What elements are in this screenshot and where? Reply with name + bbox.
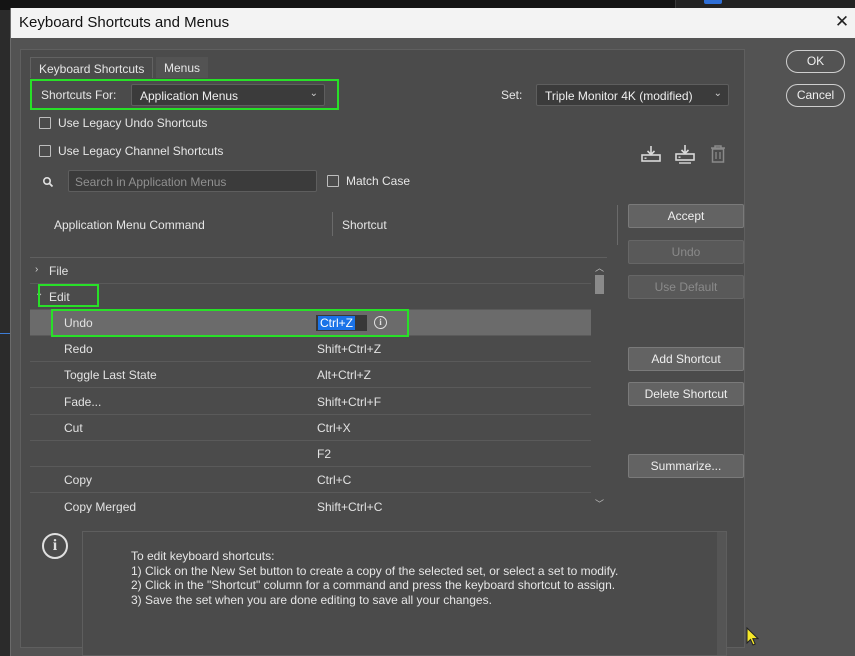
column-header-command[interactable]: Application Menu Command <box>54 218 205 232</box>
help-text-area: To edit keyboard shortcuts: 1) Click on … <box>82 531 727 656</box>
set-value: Triple Monitor 4K (modified) <box>545 89 693 103</box>
legacy-channel-label: Use Legacy Channel Shortcuts <box>58 144 224 158</box>
column-header-shortcut[interactable]: Shortcut <box>342 218 387 232</box>
undo-button[interactable]: Undo <box>628 240 744 264</box>
chevron-down-icon: ⌄ <box>713 88 722 99</box>
row-shortcut[interactable]: Shift+Ctrl+C <box>317 500 382 513</box>
match-case-label: Match Case <box>346 174 411 188</box>
shortcuts-for-label: Shortcuts For: <box>41 88 117 102</box>
save-set-icon[interactable] <box>640 143 662 165</box>
scroll-down-icon[interactable]: ﹀ <box>595 497 604 510</box>
row-command: Copy Merged <box>64 500 137 513</box>
set-dropdown[interactable]: Triple Monitor 4K (modified) ⌄ <box>536 84 729 106</box>
background-app-canvas <box>0 10 10 656</box>
table-row[interactable]: Copy Ctrl+C <box>30 467 591 493</box>
table-row-edit[interactable]: ⌄ Edit <box>30 284 591 310</box>
table-row[interactable]: Copy Merged Shift+Ctrl+C <box>30 494 591 513</box>
chevron-down-icon: ⌄ <box>309 88 318 99</box>
table-row-file[interactable]: › File <box>30 258 591 284</box>
highlight-undo-row <box>51 309 409 337</box>
title-bar[interactable]: Keyboard Shortcuts and Menus ✕ <box>11 8 855 38</box>
background-app-accent <box>704 0 722 4</box>
row-command: Redo <box>64 342 93 356</box>
search-icon <box>42 176 54 188</box>
row-shortcut[interactable]: Shift+Ctrl+F <box>317 395 381 409</box>
row-shortcut[interactable]: Ctrl+X <box>317 421 351 435</box>
scroll-up-icon[interactable]: ︿ <box>595 261 604 274</box>
row-shortcut[interactable]: F2 <box>317 447 331 461</box>
table-row[interactable]: Cut Ctrl+X <box>30 415 591 441</box>
row-command: File <box>49 264 69 278</box>
search-input[interactable]: Search in Application Menus <box>68 170 317 192</box>
summarize-button[interactable]: Summarize... <box>628 454 744 478</box>
mouse-cursor-icon <box>746 627 760 646</box>
row-command: Fade... <box>64 395 102 409</box>
legacy-undo-checkbox[interactable] <box>39 117 51 129</box>
background-guide-line <box>0 333 10 334</box>
highlight-edit-group <box>38 284 99 307</box>
table-scrollbar[interactable]: ︿ ﹀ <box>592 260 607 512</box>
row-shortcut[interactable]: Shift+Ctrl+Z <box>317 342 381 356</box>
column-divider <box>617 205 618 245</box>
screen: Keyboard Shortcuts and Menus ✕ Keyboard … <box>0 0 855 656</box>
tab-menus[interactable]: Menus <box>156 57 209 78</box>
delete-shortcut-button[interactable]: Delete Shortcut <box>628 382 744 406</box>
row-shortcut[interactable]: Alt+Ctrl+Z <box>317 368 371 382</box>
column-divider[interactable] <box>332 212 333 236</box>
match-case-checkbox[interactable] <box>327 175 339 187</box>
row-command: Cut <box>64 421 83 435</box>
scrollbar-thumb[interactable] <box>595 275 604 294</box>
close-icon[interactable]: ✕ <box>832 11 852 33</box>
help-text: To edit keyboard shortcuts: 1) Click on … <box>131 549 619 607</box>
delete-set-icon[interactable] <box>707 143 729 165</box>
help-scrollbar[interactable] <box>717 532 726 655</box>
shortcuts-table: › File ⌄ Edit Undo Ctrl+Z i Redo Shift+C… <box>30 257 607 513</box>
tab-keyboard-shortcuts[interactable]: Keyboard Shortcuts <box>30 57 154 78</box>
set-label: Set: <box>501 88 523 102</box>
ok-button[interactable]: OK <box>786 50 845 73</box>
row-command: Copy <box>64 473 93 487</box>
table-row[interactable]: Toggle Last State Alt+Ctrl+Z <box>30 362 591 388</box>
legacy-channel-checkbox[interactable] <box>39 145 51 157</box>
use-default-button[interactable]: Use Default <box>628 275 744 299</box>
legacy-undo-label: Use Legacy Undo Shortcuts <box>58 116 208 130</box>
shortcuts-for-value: Application Menus <box>140 89 239 103</box>
shortcuts-for-dropdown[interactable]: Application Menus ⌄ <box>131 84 325 106</box>
add-shortcut-button[interactable]: Add Shortcut <box>628 347 744 371</box>
cancel-button[interactable]: Cancel <box>786 84 845 107</box>
info-icon: i <box>42 533 68 559</box>
table-row[interactable]: F2 <box>30 441 591 467</box>
table-row[interactable]: Redo Shift+Ctrl+Z <box>30 336 591 362</box>
row-command: Toggle Last State <box>64 368 157 382</box>
dialog-title: Keyboard Shortcuts and Menus <box>19 14 230 31</box>
accept-button[interactable]: Accept <box>628 204 744 228</box>
save-set-as-icon[interactable] <box>674 143 696 165</box>
table-row[interactable]: Fade... Shift+Ctrl+F <box>30 389 591 415</box>
row-shortcut[interactable]: Ctrl+C <box>317 473 351 487</box>
chevron-right-icon[interactable]: › <box>35 264 38 275</box>
